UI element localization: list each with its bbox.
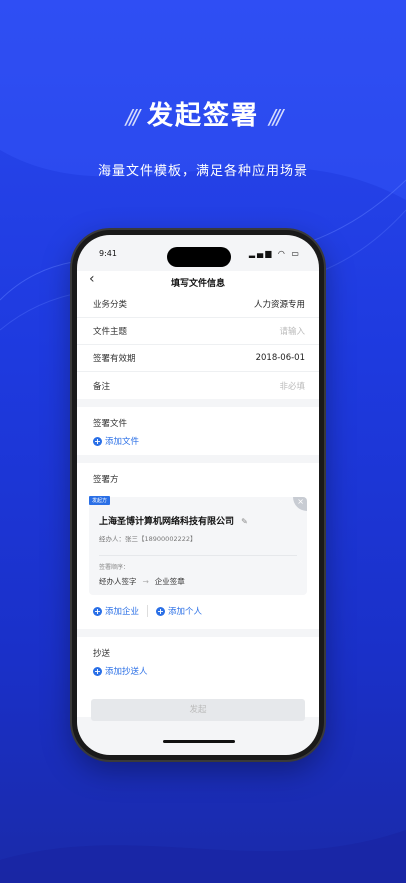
company-name: 上海圣博计算机网络科技有限公司	[99, 517, 235, 527]
plus-icon: +	[93, 606, 102, 616]
arrow-right-icon: →	[142, 577, 149, 586]
plus-icon: +	[156, 606, 166, 616]
section-title: 签署方	[93, 475, 119, 485]
remarks-input[interactable]: 非必填	[279, 380, 305, 392]
section-title: 抄送	[93, 649, 111, 659]
signers-section: 签署方 发起方 × 上海圣博计算机网络科技有限公司 ✎ 经办人：张三【18900…	[77, 463, 319, 629]
add-cc-button[interactable]: + 添加抄送人	[93, 665, 303, 677]
nav-bar: ‹ 填写文件信息	[77, 271, 319, 291]
status-bar: 9:41 ▂▄▆ ◠ ▭	[99, 249, 301, 258]
field-remarks[interactable]: 备注 非必填	[77, 372, 319, 399]
phone-frame: 9:41 ▂▄▆ ◠ ▭ ‹ 填写文件信息 业务分类 人力资源专用 文件主题 请…	[72, 230, 324, 760]
field-label: 备注	[93, 381, 111, 392]
handler-info: 经办人：张三【18900002222】	[99, 535, 197, 543]
hero-title: /// 发起签署 ///	[0, 95, 406, 132]
info-card: 业务分类 人力资源专用 文件主题 请输入 签署有效期 2018-06-01 备注…	[77, 291, 319, 399]
order-step-1: 经办人签字	[99, 577, 137, 586]
initiator-badge: 发起方	[89, 496, 111, 505]
plus-icon: +	[93, 436, 102, 446]
order-step-2: 企业签章	[154, 577, 185, 586]
edit-icon[interactable]: ✎	[241, 517, 248, 526]
status-time: 9:41	[99, 249, 117, 258]
add-cc-label: 添加抄送人	[105, 667, 148, 677]
add-person-button[interactable]: + 添加个人	[156, 605, 202, 617]
page-title: 填写文件信息	[170, 279, 225, 289]
status-icons: ▂▄▆ ◠ ▭	[248, 249, 301, 258]
add-company-button[interactable]: + 添加企业	[93, 605, 139, 617]
home-indicator	[163, 740, 235, 743]
hero-slash-left: ///	[125, 105, 140, 129]
field-subject[interactable]: 文件主题 请输入	[77, 318, 319, 345]
hero-slash-right: ///	[269, 105, 283, 129]
submit-button[interactable]: 发起	[91, 699, 305, 721]
add-file-button[interactable]: + 添加文件	[93, 435, 303, 447]
plus-icon: +	[93, 666, 102, 676]
field-value: 人力资源专用	[253, 300, 305, 310]
field-label: 签署有效期	[93, 354, 136, 364]
field-business-category[interactable]: 业务分类 人力资源专用	[77, 291, 319, 318]
back-icon[interactable]: ‹	[89, 271, 95, 287]
add-person-label: 添加个人	[168, 607, 203, 617]
field-label: 业务分类	[93, 300, 128, 310]
phone-screen: 9:41 ▂▄▆ ◠ ▭ ‹ 填写文件信息 业务分类 人力资源专用 文件主题 请…	[77, 235, 319, 755]
add-file-label: 添加文件	[105, 437, 140, 447]
form-content: 业务分类 人力资源专用 文件主题 请输入 签署有效期 2018-06-01 备注…	[77, 291, 319, 755]
sign-order: 经办人签字 → 企业签章	[99, 576, 297, 587]
add-signer-row: + 添加企业 + 添加个人	[77, 595, 319, 629]
subject-input[interactable]: 请输入	[279, 325, 305, 337]
field-label: 文件主题	[93, 327, 128, 337]
field-validity-date[interactable]: 签署有效期 2018-06-01	[77, 345, 319, 372]
field-value: 2018-06-01	[255, 353, 305, 363]
add-company-label: 添加企业	[105, 607, 140, 617]
sign-order-label: 签署顺序：	[99, 555, 297, 571]
hero-subtitle: 海量文件模板，满足各种应用场景	[97, 164, 308, 179]
section-title: 签署文件	[93, 419, 128, 429]
sign-files-section: 签署文件 + 添加文件	[77, 407, 319, 455]
hero-title-text: 发起签署	[146, 101, 259, 131]
divider	[147, 605, 149, 617]
signer-card: 发起方 × 上海圣博计算机网络科技有限公司 ✎ 经办人：张三【189000022…	[89, 496, 307, 595]
